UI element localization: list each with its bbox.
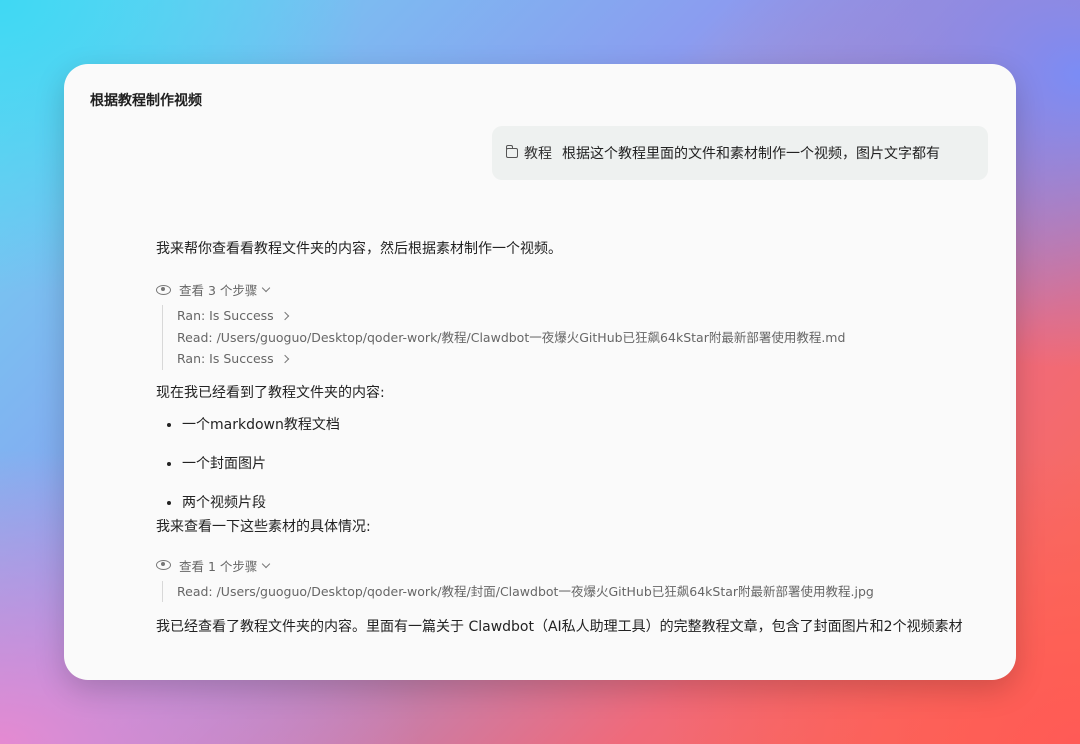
assistant-summary: 现在我已经看到了教程文件夹的内容:: [156, 384, 385, 401]
user-message-bubble: 教程 根据这个教程里面的文件和素材制作一个视频，图片文字都有: [492, 126, 988, 180]
step-item[interactable]: Ran: Is Success: [177, 348, 986, 370]
chevron-right-icon: [280, 311, 289, 320]
user-message-text: 根据这个教程里面的文件和素材制作一个视频，图片文字都有: [562, 146, 940, 162]
chevron-right-icon: [280, 354, 289, 363]
assistant-message: 我来帮你查看看教程文件夹的内容，然后根据素材制作一个视频。 查看 3 个步骤 R…: [156, 238, 986, 638]
chevron-down-icon: [262, 283, 271, 293]
step-label: Ran: Is Success: [177, 308, 274, 323]
step-label: Ran: Is Success: [177, 351, 274, 366]
step-item[interactable]: Read: /Users/guoguo/Desktop/qoder-work/教…: [177, 327, 986, 349]
folder-icon: [506, 145, 518, 158]
step-label: Read: /Users/guoguo/Desktop/qoder-work/教…: [177, 329, 846, 345]
folder-chip[interactable]: 教程: [506, 143, 552, 163]
chevron-down-icon: [262, 559, 271, 568]
steps-toggle-2[interactable]: 查看 1 个步骤: [156, 556, 986, 575]
list-item: 一个markdown教程文档: [182, 414, 986, 436]
steps-list-2: Read: /Users/guoguo/Desktop/qoder-work/教…: [162, 580, 986, 603]
step-item[interactable]: Read: /Users/guoguo/Desktop/qoder-work/教…: [177, 581, 986, 603]
step-label: Read: /Users/guoguo/Desktop/qoder-work/教…: [177, 583, 874, 599]
conversation-title: 根据教程制作视频: [90, 93, 202, 109]
chat-window: 根据教程制作视频 教程 根据这个教程里面的文件和素材制作一个视频，图片文字都有 …: [64, 64, 1016, 680]
assistant-intro: 我来帮你查看看教程文件夹的内容，然后根据素材制作一个视频。: [156, 241, 562, 257]
folder-chip-label: 教程: [524, 146, 552, 162]
steps-toggle-label: 查看 1 个步骤: [179, 558, 258, 574]
eye-icon: [156, 284, 171, 295]
steps-list-1: Ran: Is Success Read: /Users/guoguo/Desk…: [162, 305, 986, 370]
step-item[interactable]: Ran: Is Success: [177, 305, 986, 327]
list-item: 一个封面图片: [182, 453, 986, 475]
list-item: 两个视频片段: [182, 492, 986, 514]
steps-toggle-1[interactable]: 查看 3 个步骤: [156, 280, 986, 299]
assistant-final: 我已经查看了教程文件夹的内容。里面有一篇关于 Clawdbot（AI私人助理工具…: [156, 619, 963, 635]
bullet-list: 一个markdown教程文档 一个封面图片 两个视频片段: [156, 414, 986, 514]
assistant-next: 我来查看一下这些素材的具体情况:: [156, 518, 371, 535]
eye-icon: [156, 560, 171, 570]
steps-toggle-label: 查看 3 个步骤: [179, 283, 258, 298]
